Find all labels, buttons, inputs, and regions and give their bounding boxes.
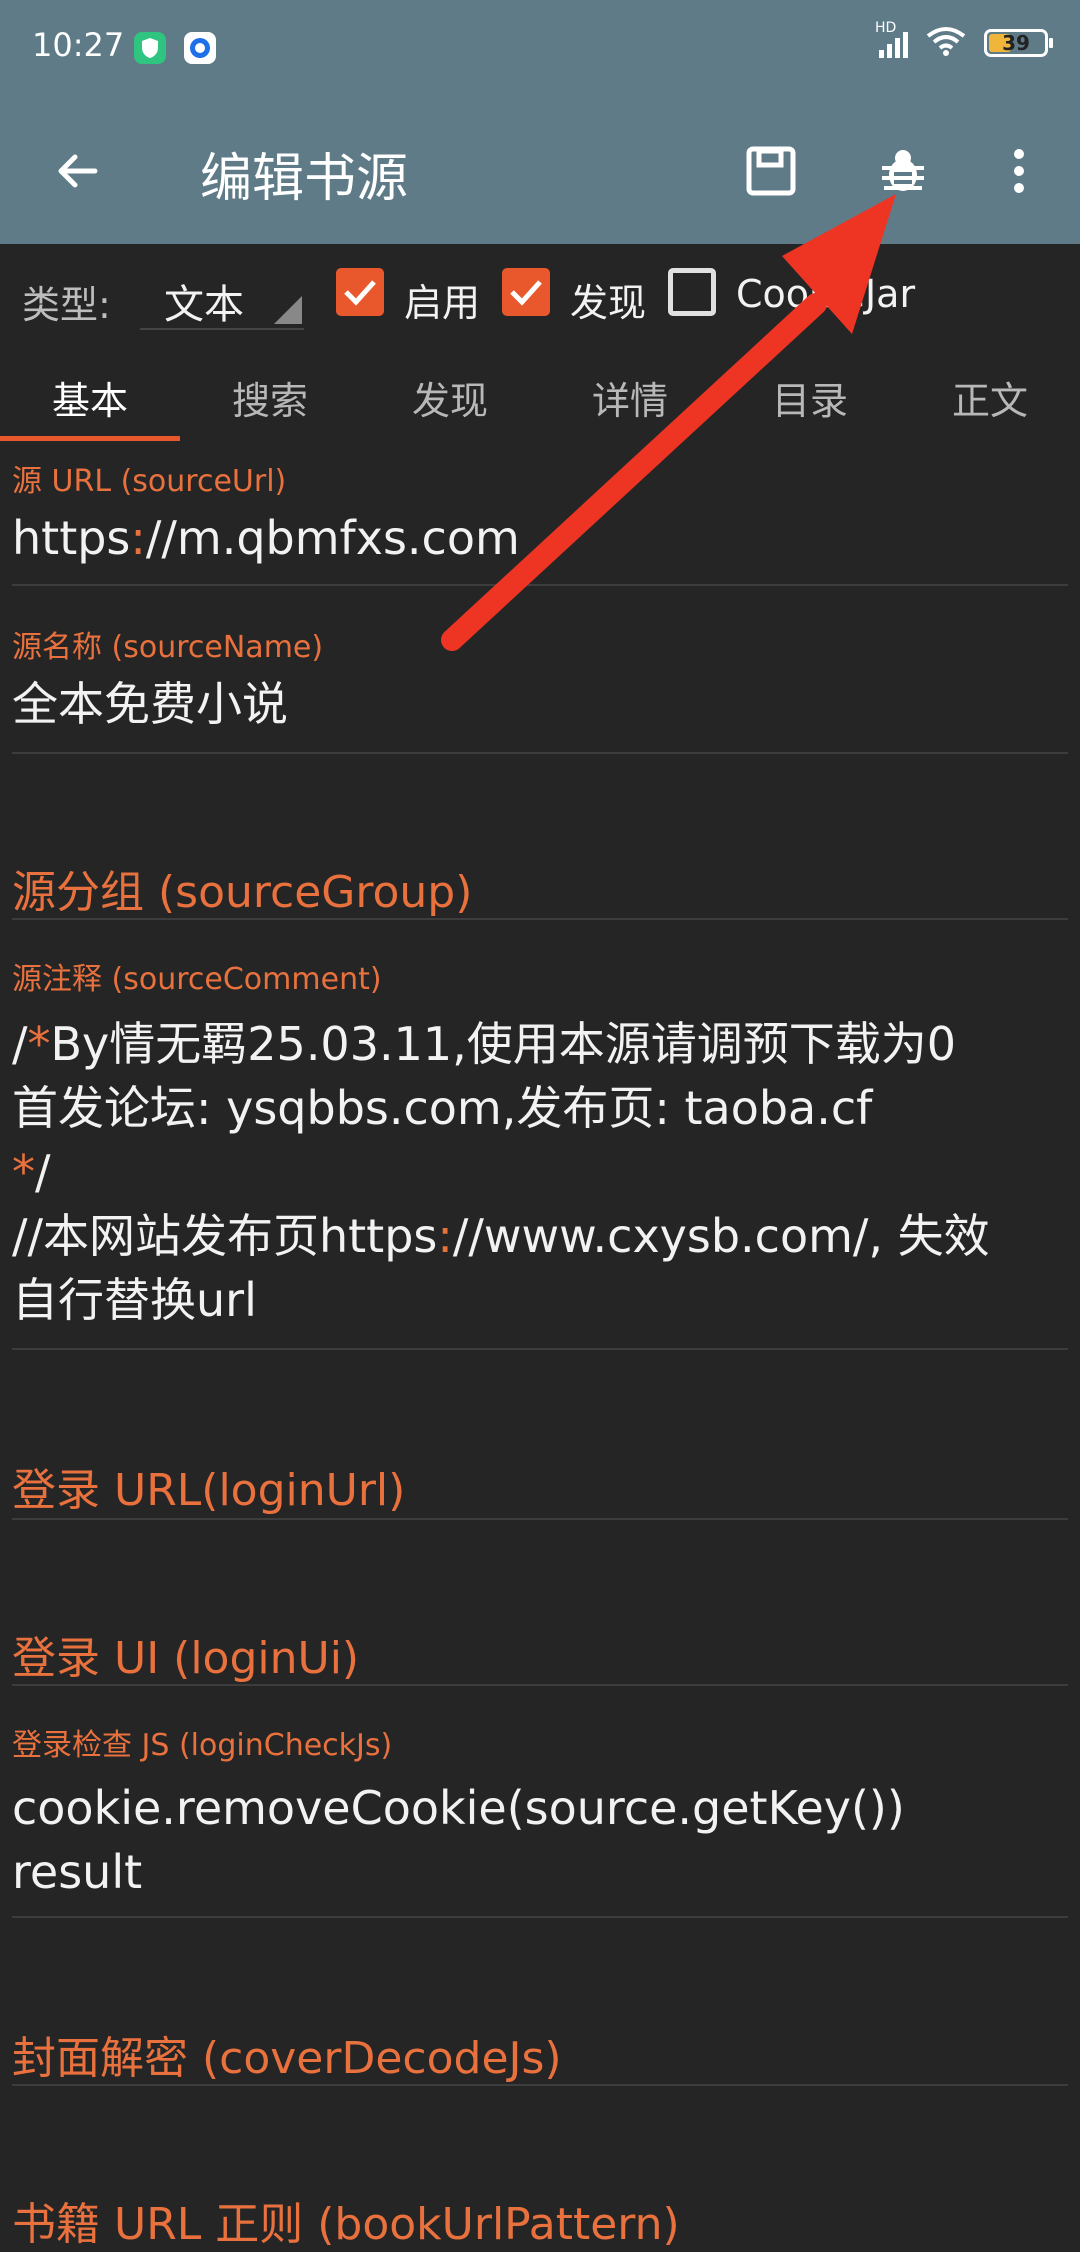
toolbar: 编辑书源 <box>0 96 1080 244</box>
page-title: 编辑书源 <box>200 149 409 209</box>
bug-icon[interactable] <box>868 136 938 206</box>
options-row: 类型: 文本 启用 发现 CookieJar <box>0 244 1080 348</box>
battery-level: 39 <box>1002 31 1030 55</box>
tab-search[interactable]: 搜索 <box>180 370 360 425</box>
source-comment-line1: /*By情无羁25.03.11,使用本源请调预下载为0 <box>12 1017 957 1071</box>
login-url-hint: 登录 URL(loginUrl) <box>12 1465 406 1516</box>
book-url-pattern-hint: 书籍 URL 正则 (bookUrlPattern) <box>12 2199 680 2250</box>
login-ui-field[interactable]: 登录 UI (loginUi) <box>0 1604 1080 1688</box>
source-comment-line2: 首发论坛: ysqbbs.com,发布页: taoba.cf <box>12 1081 873 1135</box>
discover-checkbox[interactable] <box>502 268 550 316</box>
source-group-hint: 源分组 (sourceGroup) <box>12 867 473 918</box>
tab-detail[interactable]: 详情 <box>540 370 720 425</box>
arrow-left-icon[interactable] <box>42 136 112 206</box>
more-vert-icon[interactable] <box>984 136 1054 206</box>
login-ui-hint: 登录 UI (loginUi) <box>12 1633 360 1684</box>
source-name-field[interactable]: 源名称 (sourceName) 全本免费小说 <box>0 618 1080 758</box>
source-comment-field[interactable]: 源注释 (sourceComment) /*By情无羁25.03.11,使用本源… <box>0 950 1080 1350</box>
enabled-label: 启用 <box>404 281 481 325</box>
network-type: HD <box>875 20 897 36</box>
wifi-icon <box>926 26 966 60</box>
login-check-js-line1: cookie.removeCookie(source.getKey()) <box>12 1781 905 1835</box>
tab-bar: 基本 搜索 发现 详情 目录 正文 <box>0 348 1080 442</box>
status-time: 10:27 <box>32 26 125 64</box>
source-name-value: 全本免费小说 <box>12 677 288 731</box>
signal-icon: HD <box>875 20 908 58</box>
discover-label: 发现 <box>570 281 647 325</box>
status-bar: 10:27 HD 39 <box>0 0 1080 96</box>
login-url-field[interactable]: 登录 URL(loginUrl) <box>0 1436 1080 1520</box>
source-comment-line3: */ <box>12 1145 51 1199</box>
save-icon[interactable] <box>736 136 806 206</box>
cookiejar-checkbox[interactable] <box>668 268 716 316</box>
tab-toc[interactable]: 目录 <box>720 370 900 425</box>
login-check-js-line2: result <box>12 1845 143 1899</box>
enabled-checkbox[interactable] <box>336 268 384 316</box>
source-comment-label: 源注释 (sourceComment) <box>12 962 382 997</box>
type-value: 文本 <box>164 282 244 328</box>
type-label: 类型: <box>22 283 111 327</box>
source-url-value: https://m.qbmfxs.com <box>12 511 520 565</box>
tab-indicator <box>0 436 180 441</box>
tab-basic[interactable]: 基本 <box>0 370 180 425</box>
type-dropdown[interactable]: 文本 <box>140 260 304 330</box>
source-url-label: 源 URL (sourceUrl) <box>12 464 287 499</box>
source-url-field[interactable]: 源 URL (sourceUrl) https://m.qbmfxs.com <box>0 450 1080 590</box>
cover-decode-js-hint: 封面解密 (coverDecodeJs) <box>12 2033 562 2084</box>
shield-app-icon <box>134 32 166 64</box>
login-check-js-label: 登录检查 JS (loginCheckJs) <box>12 1728 393 1763</box>
cookiejar-label: CookieJar <box>736 272 916 316</box>
browser-app-icon <box>184 32 216 64</box>
tab-content[interactable]: 正文 <box>900 370 1080 425</box>
source-name-label: 源名称 (sourceName) <box>12 630 324 665</box>
source-comment-line5: 自行替换url <box>12 1273 257 1327</box>
source-group-field[interactable]: 源分组 (sourceGroup) <box>0 838 1080 920</box>
battery-icon: 39 <box>984 29 1053 57</box>
source-comment-line4: //本网站发布页https://www.cxysb.com/, 失效 <box>12 1209 990 1263</box>
dropdown-triangle-icon <box>274 296 302 324</box>
login-check-js-field[interactable]: 登录检查 JS (loginCheckJs) cookie.removeCook… <box>0 1716 1080 1920</box>
cover-decode-js-field[interactable]: 封面解密 (coverDecodeJs) <box>0 2004 1080 2088</box>
book-url-pattern-field[interactable]: 书籍 URL 正则 (bookUrlPattern) <box>0 2170 1080 2250</box>
tab-discover[interactable]: 发现 <box>360 370 540 425</box>
